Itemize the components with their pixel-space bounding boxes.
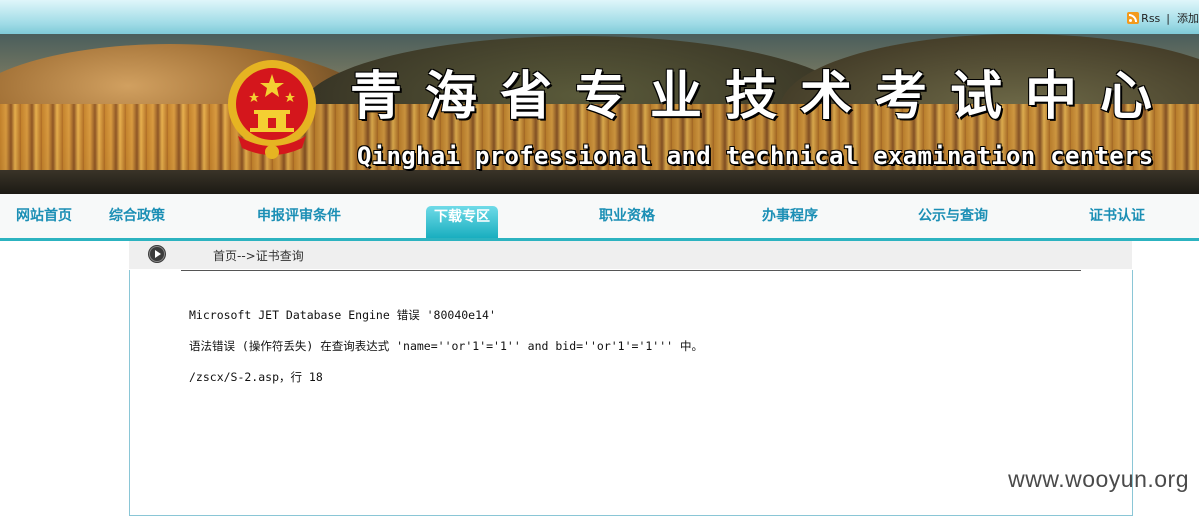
play-circle-icon [148,245,166,263]
error-title: Microsoft JET Database Engine 错误 '80040e… [189,308,496,322]
nav-item-downloads[interactable]: 下载专区 [426,206,498,238]
rss-icon[interactable] [1127,12,1140,24]
main-nav: 网站首页 综合政策 申报评审条件 下载专区 职业资格 办事程序 公示与查询 证书… [0,194,1199,238]
nav-item-qualification[interactable]: 职业资格 [599,205,655,227]
site-title-en: Qinghai professional and technical exami… [357,142,1154,170]
top-bar: Rss | 添加 [0,0,1199,34]
national-emblem-icon [228,60,316,159]
nav-item-criteria[interactable]: 申报评审条件 [257,205,341,227]
breadcrumb[interactable]: 首页-->证书查询 [213,247,304,264]
error-location: /zscx/S-2.asp，行 18 [189,370,323,384]
nav-item-procedures[interactable]: 办事程序 [762,205,818,227]
nav-item-public-query[interactable]: 公示与查询 [918,205,988,227]
top-links: Rss | 添加 [1127,9,1199,27]
rss-link[interactable]: Rss [1141,12,1160,25]
breadcrumb-bar: 首页-->证书查询 [129,241,1132,269]
top-separator: | [1166,11,1170,25]
watermark: www.wooyun.org [1008,466,1189,492]
nav-item-certificate[interactable]: 证书认证 [1089,205,1145,227]
site-title-cn: 青海省专业技术考试中心 [350,66,1176,127]
error-message: 语法错误 (操作符丢失) 在查询表达式 'name=''or'1'='1'' a… [189,339,703,353]
nav-item-home[interactable]: 网站首页 [16,205,72,227]
add-favorite-link[interactable]: 添加 [1177,10,1199,26]
nav-item-policy[interactable]: 综合政策 [109,205,165,227]
header-banner: 青海省专业技术考试中心 Qinghai professional and tec… [0,34,1199,194]
